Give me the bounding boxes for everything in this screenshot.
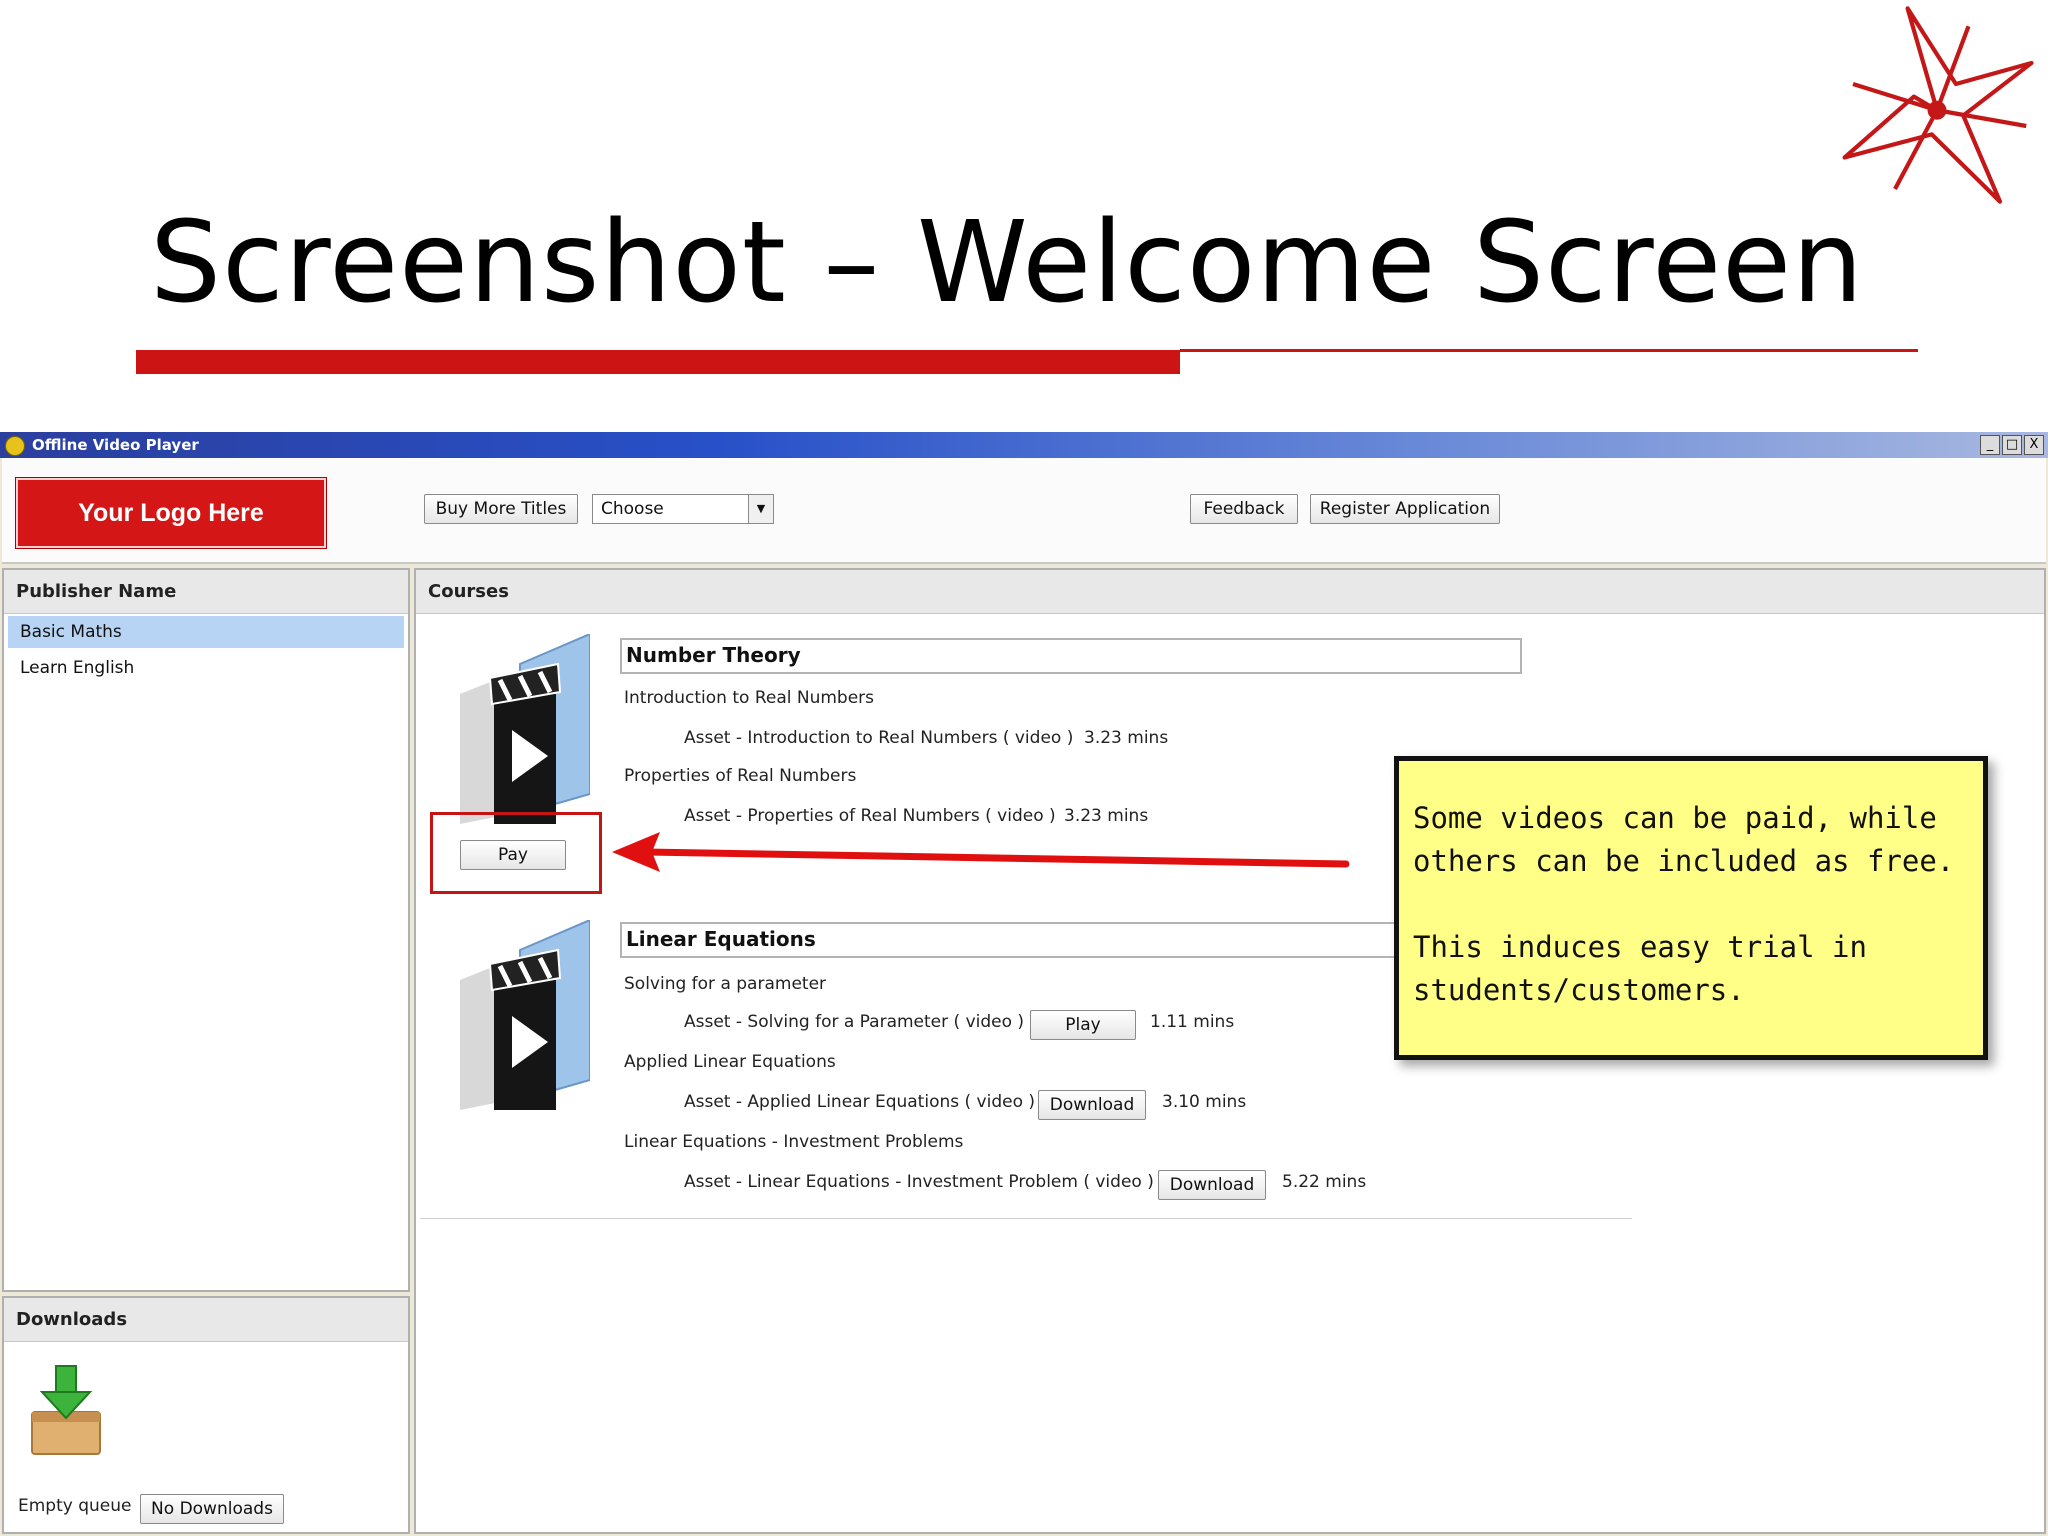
- downloads-pane: Downloads Empty queue No Downloads: [2, 1296, 410, 1534]
- maximize-button[interactable]: □: [2002, 435, 2022, 455]
- asset-duration: 1.11 mins: [1150, 1012, 1235, 1032]
- topic-label: Linear Equations - Investment Problems: [624, 1132, 964, 1152]
- buy-more-titles-button[interactable]: Buy More Titles: [424, 494, 578, 524]
- window-title: Offline Video Player: [32, 436, 199, 454]
- asset-duration: 3.23 mins: [1084, 728, 1169, 748]
- choose-select[interactable]: Choose ▼: [592, 494, 774, 524]
- title-underline-thick: [136, 350, 1180, 374]
- download-queue-status: Empty queue: [18, 1496, 132, 1516]
- window-titlebar: Offline Video Player _ □ X: [0, 432, 2048, 458]
- asset-label: Asset - Solving for a Parameter ( video …: [684, 1012, 1025, 1032]
- topic-label: Introduction to Real Numbers: [624, 688, 875, 708]
- publisher-logo: Your Logo Here: [16, 478, 326, 548]
- video-clapper-icon: [460, 634, 590, 824]
- minimize-button[interactable]: _: [1980, 435, 2000, 455]
- slide-title: Screenshot – Welcome Screen: [150, 198, 1864, 328]
- publisher-pane: Publisher Name Basic Maths Learn English: [2, 568, 410, 1292]
- asset-label: Asset - Introduction to Real Numbers ( v…: [684, 728, 1074, 748]
- video-clapper-icon: [460, 920, 590, 1110]
- asset-label: Asset - Linear Equations - Investment Pr…: [684, 1172, 1154, 1192]
- publisher-header: Publisher Name: [4, 570, 408, 614]
- asset-duration: 3.10 mins: [1162, 1092, 1247, 1112]
- asset-duration: 5.22 mins: [1282, 1172, 1367, 1192]
- annotation-arrow: [612, 832, 1350, 872]
- title-underline-thin: [1180, 349, 1918, 352]
- feedback-button[interactable]: Feedback: [1190, 494, 1298, 524]
- course-title-number-theory: Number Theory: [620, 638, 1522, 674]
- topic-label: Properties of Real Numbers: [624, 766, 857, 786]
- play-button[interactable]: Play: [1030, 1010, 1136, 1040]
- annotation-callout: Some videos can be paid, while others ca…: [1394, 756, 1988, 1060]
- download-button[interactable]: Download: [1038, 1090, 1146, 1120]
- toolbar: Your Logo Here Buy More Titles Choose ▼ …: [2, 458, 2046, 564]
- publisher-item-basic-maths[interactable]: Basic Maths: [8, 616, 404, 648]
- courses-header: Courses: [416, 570, 2044, 614]
- download-button[interactable]: Download: [1158, 1170, 1266, 1200]
- close-button[interactable]: X: [2024, 435, 2044, 455]
- no-downloads-button[interactable]: No Downloads: [140, 1494, 284, 1524]
- publisher-item-learn-english[interactable]: Learn English: [8, 652, 404, 684]
- highlight-box: [430, 812, 602, 894]
- chevron-down-icon: ▼: [748, 495, 773, 523]
- asset-label: Asset - Applied Linear Equations ( video…: [684, 1092, 1036, 1112]
- choose-select-value: Choose: [601, 499, 664, 519]
- topic-label: Applied Linear Equations: [624, 1052, 836, 1072]
- register-application-button[interactable]: Register Application: [1310, 494, 1500, 524]
- red-star-logo-icon: [1842, 6, 2034, 204]
- app-icon: [5, 436, 25, 456]
- downloads-header: Downloads: [4, 1298, 408, 1342]
- download-box-icon: [31, 1365, 101, 1455]
- courses-divider: [420, 1218, 1632, 1219]
- topic-label: Solving for a parameter: [624, 974, 827, 994]
